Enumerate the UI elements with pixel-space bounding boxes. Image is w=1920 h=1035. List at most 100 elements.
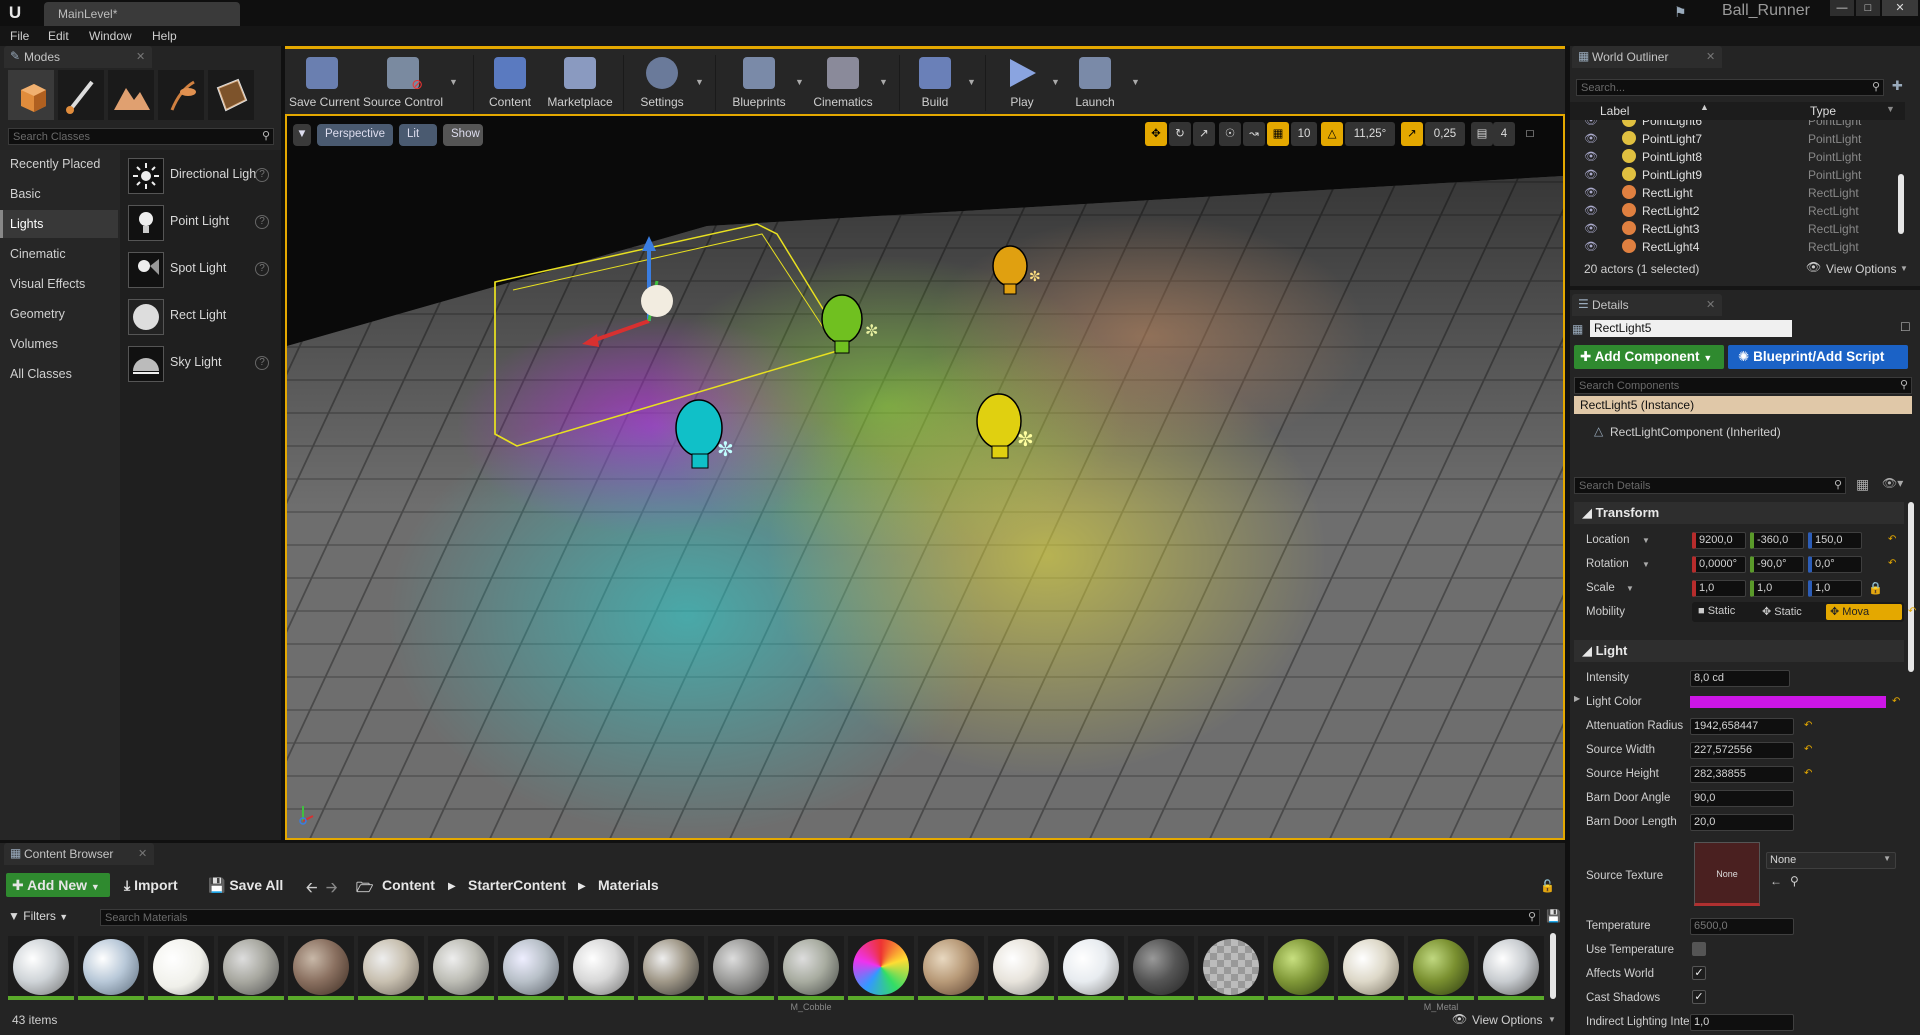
chevron-down-icon[interactable]: ▼ (1051, 77, 1061, 87)
chevron-down-icon[interactable]: ▼ (1642, 536, 1650, 545)
reset-source-width-icon[interactable]: ↶ (1804, 744, 1812, 755)
view-options-button[interactable]: View Options (1826, 262, 1896, 276)
type-column-header[interactable]: Type (1810, 104, 1836, 118)
asset-tile[interactable]: M_Metal (1408, 936, 1474, 1012)
marketplace-button[interactable]: Marketplace (543, 53, 617, 113)
asset-tile[interactable]: M_Cobble (778, 936, 844, 1012)
search-components-input[interactable]: Search Components ⚲ (1574, 377, 1912, 394)
table-row[interactable]: 👁 PointLight6 PointLight (1570, 120, 1905, 130)
rotation-z-field[interactable]: 0,0° (1808, 556, 1862, 573)
mobility-stationary-option[interactable]: ✥ Static (1758, 604, 1824, 620)
scale-y-field[interactable]: 1,0 (1750, 580, 1804, 597)
settings-button[interactable]: Settings (631, 53, 693, 113)
chevron-down-icon[interactable]: ▼ (449, 77, 459, 87)
category-recently-placed[interactable]: Recently Placed (0, 150, 118, 178)
use-temperature-checkbox[interactable] (1692, 942, 1706, 956)
maximize-viewport-icon[interactable]: □ (1521, 122, 1539, 146)
light-section[interactable]: ◢ Light (1574, 640, 1904, 662)
chevron-down-icon[interactable]: ▼ (695, 77, 705, 87)
close-icon[interactable]: ✕ (1706, 50, 1715, 63)
level-tab[interactable]: MainLevel* (44, 2, 240, 26)
rotation-snap-icon[interactable]: △ (1321, 122, 1343, 146)
help-icon[interactable]: ? (255, 215, 269, 229)
reset-location-icon[interactable]: ↶ (1888, 534, 1896, 545)
vertical-splitter[interactable] (281, 46, 285, 840)
transform-section[interactable]: ◢ Transform (1574, 502, 1904, 524)
horizontal-splitter[interactable] (0, 840, 1565, 843)
outliner-search-input[interactable]: Search... ⚲ (1576, 79, 1884, 96)
close-icon[interactable]: ✕ (1706, 298, 1715, 311)
asset-tile[interactable] (1338, 936, 1404, 1000)
table-row[interactable]: 👁 RectLight2 RectLight (1570, 202, 1905, 220)
scale-label[interactable]: Scale (1586, 582, 1615, 594)
location-z-field[interactable]: 150,0 (1808, 532, 1862, 549)
chevron-down-icon[interactable]: ▼ (795, 77, 805, 87)
list-item-spot-light[interactable]: Spot Light ? (124, 248, 274, 292)
scale-snap-icon[interactable]: ↗ (1401, 122, 1423, 146)
asset-tile[interactable] (8, 936, 74, 1000)
eye-icon[interactable]: 👁 (1584, 186, 1598, 199)
menu-file[interactable]: File (10, 29, 29, 43)
source-height-field[interactable]: 282,38855 (1690, 766, 1794, 783)
eye-icon[interactable]: 👁 (1584, 120, 1598, 127)
close-button[interactable]: ✕ (1882, 0, 1918, 16)
eye-icon[interactable]: 👁 (1584, 204, 1598, 217)
add-component-button[interactable]: ✚ Add Component ▼ (1574, 345, 1724, 369)
help-icon[interactable]: ? (255, 262, 269, 276)
lit-button[interactable]: Lit (399, 124, 437, 146)
component-row[interactable]: RectLightComponent (Inherited) (1610, 425, 1781, 439)
add-actor-icon[interactable]: ✚ (1892, 78, 1910, 96)
rotation-y-field[interactable]: -90,0° (1750, 556, 1804, 573)
grid-view-icon[interactable]: ▦ (1856, 476, 1869, 493)
location-x-field[interactable]: 9200,0 (1692, 532, 1746, 549)
translate-tool-icon[interactable]: ✥ (1145, 122, 1167, 146)
table-row[interactable]: 👁 RectLight RectLight (1570, 184, 1905, 202)
outliner-scrollbar[interactable] (1898, 174, 1904, 234)
menu-edit[interactable]: Edit (48, 29, 69, 43)
modes-tab[interactable]: ✎ Modes ✕ (4, 46, 152, 68)
asset-tile[interactable] (498, 936, 564, 1000)
asset-tile[interactable] (148, 936, 214, 1000)
category-all-classes[interactable]: All Classes (0, 360, 118, 388)
asset-tile[interactable] (1058, 936, 1124, 1000)
reset-rotation-icon[interactable]: ↶ (1888, 558, 1896, 569)
mobility-movable-option[interactable]: ✥ Mova (1826, 604, 1902, 620)
menu-window[interactable]: Window (89, 29, 132, 43)
source-texture-thumbnail[interactable]: None (1694, 842, 1760, 906)
table-row[interactable]: 👁 PointLight7 PointLight (1570, 130, 1905, 148)
source-control-button[interactable]: ⊘ Source Control (361, 53, 445, 113)
save-current-button[interactable]: Save Current (289, 53, 360, 113)
launch-button[interactable]: Launch (1065, 53, 1125, 113)
asset-tile[interactable] (358, 936, 424, 1000)
attenuation-radius-field[interactable]: 1942,658447 (1690, 718, 1794, 735)
chevron-down-icon[interactable]: ▼ (967, 77, 977, 87)
indirect-lighting-field[interactable]: 1,0 (1690, 1014, 1794, 1031)
eye-icon[interactable]: 👁 (1584, 168, 1598, 181)
lock-icon[interactable]: ☐ (1900, 320, 1911, 334)
rotation-x-field[interactable]: 0,0000° (1692, 556, 1746, 573)
location-y-field[interactable]: -360,0 (1750, 532, 1804, 549)
list-item-point-light[interactable]: Point Light ? (124, 201, 274, 245)
chevron-right-icon[interactable]: ▶ (1574, 694, 1580, 703)
reset-mobility-icon[interactable]: ↶ (1908, 606, 1916, 617)
table-row[interactable]: 👁 PointLight9 PointLight (1570, 166, 1905, 184)
show-button[interactable]: Show (443, 124, 483, 146)
details-scrollbar[interactable] (1908, 502, 1914, 672)
chevron-down-icon[interactable]: ▼ (1626, 584, 1634, 593)
blueprint-add-script-button[interactable]: ✺ Blueprint/Add Script (1728, 345, 1908, 369)
light-color-swatch[interactable] (1690, 696, 1886, 708)
build-button[interactable]: Build (907, 53, 963, 113)
asset-grid-scrollbar[interactable] (1550, 933, 1556, 999)
cb-view-options-button[interactable]: View Options (1472, 1013, 1542, 1027)
asset-tile[interactable] (918, 936, 984, 1000)
rotate-tool-icon[interactable]: ↻ (1169, 122, 1191, 146)
world-outliner-tab[interactable]: ▦ World Outliner ✕ (1572, 46, 1722, 68)
reset-attenuation-icon[interactable]: ↶ (1804, 720, 1812, 731)
rotation-snap-value[interactable]: 11,25° (1345, 122, 1395, 146)
close-icon[interactable]: ✕ (136, 50, 145, 63)
reset-light-color-icon[interactable]: ↶ (1892, 696, 1900, 707)
location-label[interactable]: Location (1586, 534, 1629, 546)
table-row[interactable]: 👁 RectLight4 RectLight (1570, 238, 1905, 256)
lock-icon[interactable]: 🔒 (1868, 581, 1883, 595)
reset-source-height-icon[interactable]: ↶ (1804, 768, 1812, 779)
